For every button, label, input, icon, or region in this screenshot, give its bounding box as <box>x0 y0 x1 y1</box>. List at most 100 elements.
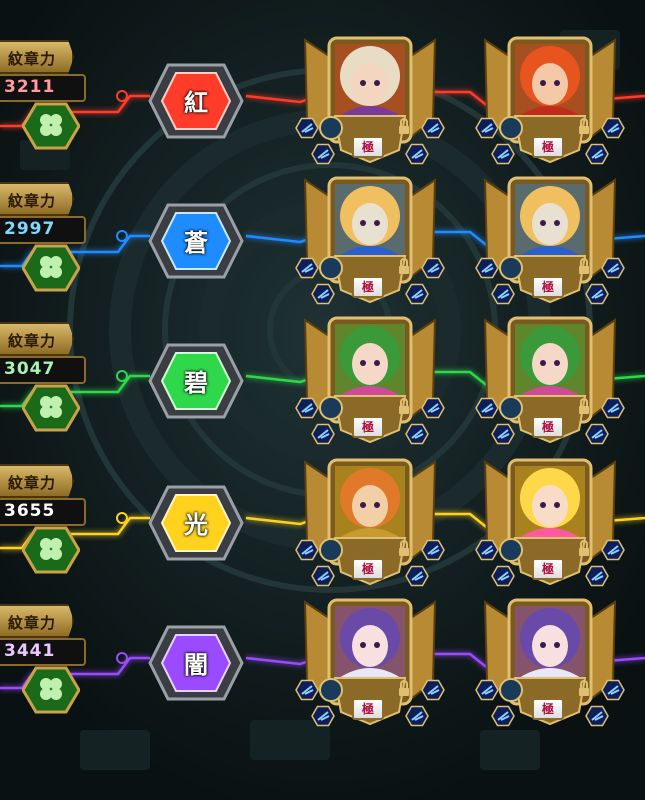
face <box>532 625 568 667</box>
level-badge-text: 極 <box>361 280 374 294</box>
level-badge: 極 <box>352 558 384 580</box>
level-badge-text: 極 <box>361 420 374 434</box>
face <box>532 203 568 245</box>
row-red: 紋章力 3211 紅 極 極 <box>0 30 645 190</box>
crest-power-value: 3047 <box>4 359 56 379</box>
level-badge-text: 極 <box>541 562 554 576</box>
crest-power-label-box: 紋章力 <box>0 464 74 498</box>
skill-orb-icon <box>499 538 523 562</box>
element-glyph: 光 <box>184 511 208 539</box>
face <box>532 63 568 105</box>
character-card[interactable]: 極 <box>295 30 445 180</box>
lock-icon <box>579 688 589 696</box>
element-emblem-light[interactable]: 光 <box>148 485 244 561</box>
crest-power-value: 3441 <box>4 641 56 661</box>
crest-power-label: 紋章力 <box>8 192 57 210</box>
row-light: 紋章力 3655 光 極 極 <box>0 452 645 612</box>
face <box>352 625 388 667</box>
crest-power-plate: 紋章力 2997 <box>0 182 122 302</box>
skill-orb-icon <box>499 396 523 420</box>
skill-orb-icon <box>319 256 343 280</box>
crest-power-value: 3655 <box>4 501 56 521</box>
element-glyph: 碧 <box>184 369 208 397</box>
eye <box>360 502 366 508</box>
crest-power-value-box: 3655 <box>0 498 86 526</box>
level-badge: 極 <box>532 276 564 298</box>
face <box>532 343 568 385</box>
level-badge: 極 <box>532 416 564 438</box>
skill-orb-icon <box>319 116 343 140</box>
eye <box>540 360 546 366</box>
crest-power-plate: 紋章力 3655 <box>0 464 122 584</box>
clover-icon[interactable] <box>22 384 80 432</box>
eye <box>374 80 380 86</box>
face <box>352 343 388 385</box>
eye <box>540 502 546 508</box>
skill-orb-icon <box>499 116 523 140</box>
row-green: 紋章力 3047 碧 極 極 <box>0 310 645 470</box>
lock-icon <box>579 126 589 134</box>
clover-icon[interactable] <box>22 244 80 292</box>
lock-icon <box>399 406 409 414</box>
crest-power-label-box: 紋章力 <box>0 182 74 216</box>
element-emblem-blue[interactable]: 蒼 <box>148 203 244 279</box>
lock-icon <box>399 548 409 556</box>
clover-icon[interactable] <box>22 102 80 150</box>
character-card[interactable]: 極 <box>475 170 625 320</box>
eye <box>540 80 546 86</box>
eye <box>554 360 560 366</box>
eye <box>360 642 366 648</box>
crest-power-label-box: 紋章力 <box>0 40 74 74</box>
crest-power-plate: 紋章力 3211 <box>0 40 122 160</box>
row-dark: 紋章力 3441 闇 極 極 <box>0 592 645 752</box>
crest-power-value: 3211 <box>4 77 56 97</box>
element-emblem-green[interactable]: 碧 <box>148 343 244 419</box>
character-card[interactable]: 極 <box>295 592 445 742</box>
element-emblem-dark[interactable]: 闇 <box>148 625 244 701</box>
skill-orb-icon <box>499 256 523 280</box>
lock-icon <box>399 688 409 696</box>
level-badge-text: 極 <box>361 562 374 576</box>
eye <box>540 642 546 648</box>
character-card[interactable]: 極 <box>475 452 625 602</box>
character-card[interactable]: 極 <box>475 592 625 742</box>
character-card[interactable]: 極 <box>475 30 625 180</box>
eye <box>540 220 546 226</box>
eye <box>554 502 560 508</box>
lock-icon <box>399 266 409 274</box>
lock-icon <box>579 266 589 274</box>
element-glyph: 紅 <box>184 89 208 117</box>
skill-orb-icon <box>499 678 523 702</box>
crest-power-label-box: 紋章力 <box>0 322 74 356</box>
character-card[interactable]: 極 <box>295 310 445 460</box>
clover-icon[interactable] <box>22 666 80 714</box>
eye <box>360 220 366 226</box>
crest-power-value: 2997 <box>4 219 56 239</box>
level-badge-text: 極 <box>361 702 374 716</box>
eye <box>374 220 380 226</box>
crest-power-label-box: 紋章力 <box>0 604 74 638</box>
crest-power-label: 紋章力 <box>8 614 57 632</box>
crest-power-label: 紋章力 <box>8 332 57 350</box>
eye <box>554 220 560 226</box>
element-glyph: 蒼 <box>184 229 208 257</box>
character-card[interactable]: 極 <box>295 170 445 320</box>
level-badge: 極 <box>352 136 384 158</box>
level-badge: 極 <box>532 698 564 720</box>
element-emblem-red[interactable]: 紅 <box>148 63 244 139</box>
crest-power-plate: 紋章力 3441 <box>0 604 122 724</box>
level-badge: 極 <box>352 416 384 438</box>
crest-power-value-box: 2997 <box>0 216 86 244</box>
character-card[interactable]: 極 <box>295 452 445 602</box>
character-card[interactable]: 極 <box>475 310 625 460</box>
level-badge-text: 極 <box>541 140 554 154</box>
eye <box>554 642 560 648</box>
element-glyph: 闇 <box>184 651 208 679</box>
clover-icon[interactable] <box>22 526 80 574</box>
level-badge-text: 極 <box>361 140 374 154</box>
lock-icon <box>399 126 409 134</box>
lock-icon <box>579 406 589 414</box>
face <box>532 485 568 527</box>
lock-icon <box>579 548 589 556</box>
crest-power-value-box: 3211 <box>0 74 86 102</box>
